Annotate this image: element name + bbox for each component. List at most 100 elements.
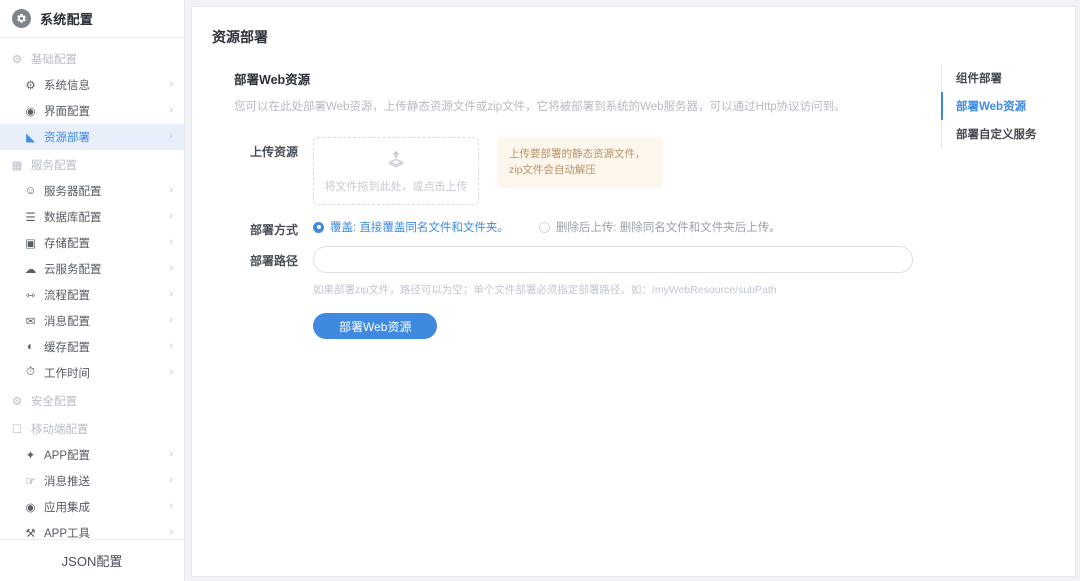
chevron-right-icon: › (169, 448, 173, 461)
sidebar-item-label: 工作时间 (44, 367, 90, 380)
sidebar-group-1[interactable]: ▦ 服务配置 (0, 152, 184, 178)
upload-label: 上传资源 (249, 145, 298, 160)
database-icon: ☰ (25, 211, 36, 224)
deploy-method-label: 部署方式 (249, 223, 298, 238)
sidebar-item-label: 资源部署 (44, 131, 90, 144)
sidebar-item-label: 流程配置 (44, 289, 90, 302)
main-area: 资源部署 部署Web资源 您可以在此处部署Web资源，上传静态资源文件或zip文… (185, 0, 1080, 581)
upload-tip: 上传要部署的静态资源文件，zip文件会自动解压 (497, 137, 663, 188)
chevron-right-icon: › (169, 314, 173, 327)
sidebar-item-1-6[interactable]: ◐ 缓存配置 › (0, 334, 184, 360)
sidebar-brand-title: 系统配置 (40, 11, 94, 27)
radio-label: 覆盖: 直接覆盖同名文件和文件夹。 (330, 222, 509, 235)
sidebar-item-0-0[interactable]: ⚙ 系统信息 › (0, 72, 184, 98)
sidebar-json-config-button[interactable]: JSON配置 (0, 539, 184, 581)
sidebar-item-1-7[interactable]: ⏱ 工作时间 › (0, 360, 184, 386)
chevron-right-icon: › (169, 184, 173, 197)
deploy-method-option-0[interactable]: 覆盖: 直接覆盖同名文件和文件夹。 (313, 219, 509, 235)
sidebar-item-label: 消息配置 (44, 315, 90, 328)
sidebar-item-label: APP配置 (44, 449, 91, 462)
shield-icon: ⚙ (11, 395, 23, 408)
push-icon: ☞ (25, 475, 36, 488)
sidebar-item-label: 存储配置 (44, 237, 90, 250)
deploy-path-input[interactable] (313, 246, 913, 274)
sidebar-item-label: 数据库配置 (44, 211, 102, 224)
sidebar: 系统配置 ⚙ 基础配置 ⚙ 系统信息 › ◉ 界面配置 › ◣ 资源部署 › ▦ 服务配置 ☺ 服务器配置 ›… (0, 0, 185, 581)
chevron-right-icon: › (169, 262, 173, 275)
deploy-form: 上传资源 将文件拖到此处，或点击上传 上传要部署的静态资源文件，zip文件会自动… (234, 137, 952, 340)
sidebar-item-label: 消息推送 (44, 475, 90, 488)
sidebar-item-1-0[interactable]: ☺ 服务器配置 › (0, 178, 184, 204)
chevron-right-icon: › (169, 526, 173, 539)
anchor-nav-item-1[interactable]: 部署Web资源 (941, 92, 1061, 120)
sidebar-group-2[interactable]: ⚙ 安全配置 (0, 388, 184, 414)
chevron-right-icon: › (169, 500, 173, 513)
deploy-method-option-1[interactable]: 删除后上传: 删除同名文件和文件夹后上传。 (538, 219, 781, 235)
chevron-right-icon: › (169, 104, 173, 117)
anchor-nav: 组件部署 部署Web资源 部署自定义服务 (941, 64, 1061, 148)
tools-icon: ⚒ (25, 527, 36, 540)
gear-icon (12, 8, 31, 28)
radio-label: 删除后上传: 删除同名文件和文件夹后上传。 (555, 222, 781, 235)
chevron-right-icon: › (169, 474, 173, 487)
chevron-right-icon: › (169, 78, 173, 91)
integration-icon: ◉ (25, 501, 36, 514)
sidebar-brand: 系统配置 (0, 0, 184, 38)
sidebar-item-1-5[interactable]: ✉ 消息配置 › (0, 308, 184, 334)
sidebar-group-label: 基础配置 (31, 53, 77, 66)
server-icon: ▦ (11, 159, 23, 172)
flow-icon: ⇿ (25, 289, 36, 302)
rocket-icon: ✦ (25, 449, 36, 462)
anchor-nav-item-2[interactable]: 部署自定义服务 (956, 120, 1061, 148)
chevron-right-icon: › (169, 210, 173, 223)
sidebar-item-1-3[interactable]: ☁ 云服务配置 › (0, 256, 184, 282)
sidebar-group-0[interactable]: ⚙ 基础配置 (0, 46, 184, 72)
sidebar-group-3[interactable]: ☐ 移动端配置 (0, 416, 184, 442)
upload-row: 上传资源 将文件拖到此处，或点击上传 上传要部署的静态资源文件，zip文件会自动… (234, 137, 952, 206)
sidebar-item-label: APP工具 (44, 527, 91, 540)
deploy-path-hint: 如果部署zip文件，路径可以为空；单个文件部署必须指定部署路径。如：/myWeb… (313, 284, 777, 297)
sidebar-item-label: 服务器配置 (44, 185, 102, 198)
sidebar-group-label: 安全配置 (31, 395, 77, 408)
file-dropzone[interactable]: 将文件拖到此处，或点击上传 (313, 137, 479, 206)
cloud-icon: ☁ (24, 263, 37, 276)
deploy-method-radio-group: 覆盖: 直接覆盖同名文件和文件夹。 删除后上传: 删除同名文件和文件夹后上传。 (313, 215, 952, 235)
sidebar-item-label: 系统信息 (44, 79, 90, 92)
section-title: 部署Web资源 (234, 73, 311, 87)
storage-icon: ▣ (25, 237, 36, 250)
sidebar-item-0-2[interactable]: ◣ 资源部署 › (0, 123, 184, 150)
palette-icon: ◉ (25, 105, 36, 118)
chevron-right-icon: › (169, 130, 173, 143)
server-user-icon: ☺ (24, 184, 37, 197)
anchor-nav-item-0[interactable]: 组件部署 (956, 64, 1061, 92)
cache-icon: ◐ (27, 340, 34, 353)
deploy-path-row: 部署路径 如果部署zip文件，路径可以为空；单个文件部署必须指定部署路径。如：/… (234, 246, 952, 297)
gear-icon: ⚙ (25, 79, 36, 92)
sidebar-item-1-2[interactable]: ▣ 存储配置 › (0, 230, 184, 256)
sidebar-item-3-0[interactable]: ✦ APP配置 › (0, 442, 184, 468)
radio-dot-icon (313, 221, 324, 233)
sidebar-item-0-1[interactable]: ◉ 界面配置 › (0, 98, 184, 124)
chevron-right-icon: › (169, 236, 173, 249)
sidebar-item-1-4[interactable]: ⇿ 流程配置 › (0, 282, 184, 308)
sidebar-menu: ⚙ 基础配置 ⚙ 系统信息 › ◉ 界面配置 › ◣ 资源部署 › ▦ 服务配置 ☺ 服务器配置 › ☰ 数据库配… (0, 38, 184, 540)
deploy-method-row: 部署方式 覆盖: 直接覆盖同名文件和文件夹。 删除后上传: 删除同名文件和文件夹后… (234, 215, 952, 238)
deploy-web-resource-button[interactable]: 部署Web资源 (313, 313, 438, 340)
mobile-icon: ☐ (11, 423, 23, 436)
sidebar-item-label: 缓存配置 (44, 341, 90, 354)
sidebar-item-3-1[interactable]: ☞ 消息推送 › (0, 468, 184, 494)
section-description: 您可以在此处部署Web资源，上传静态资源文件或zip文件，它将被部署到系统的We… (234, 101, 846, 113)
content-card: 资源部署 部署Web资源 您可以在此处部署Web资源，上传静态资源文件或zip文… (191, 6, 1076, 577)
upload-cloud-icon: ◣ (26, 131, 35, 144)
sidebar-item-3-3[interactable]: ⚒ APP工具 › (0, 520, 184, 540)
dropzone-text: 将文件拖到此处，或点击上传 (324, 180, 468, 193)
upload-icon (385, 149, 407, 174)
sidebar-item-label: 界面配置 (44, 105, 90, 118)
app-root: 系统配置 ⚙ 基础配置 ⚙ 系统信息 › ◉ 界面配置 › ◣ 资源部署 › ▦ 服务配置 ☺ 服务器配置 ›… (0, 0, 1080, 581)
sidebar-item-1-1[interactable]: ☰ 数据库配置 › (0, 204, 184, 230)
sidebar-item-label: 云服务配置 (44, 263, 102, 276)
deploy-web-resource-section: 部署Web资源 您可以在此处部署Web资源，上传静态资源文件或zip文件，它将被… (192, 47, 952, 340)
sidebar-group-label: 服务配置 (31, 159, 77, 172)
sidebar-item-3-2[interactable]: ◉ 应用集成 › (0, 494, 184, 520)
deploy-path-label: 部署路径 (249, 254, 298, 269)
